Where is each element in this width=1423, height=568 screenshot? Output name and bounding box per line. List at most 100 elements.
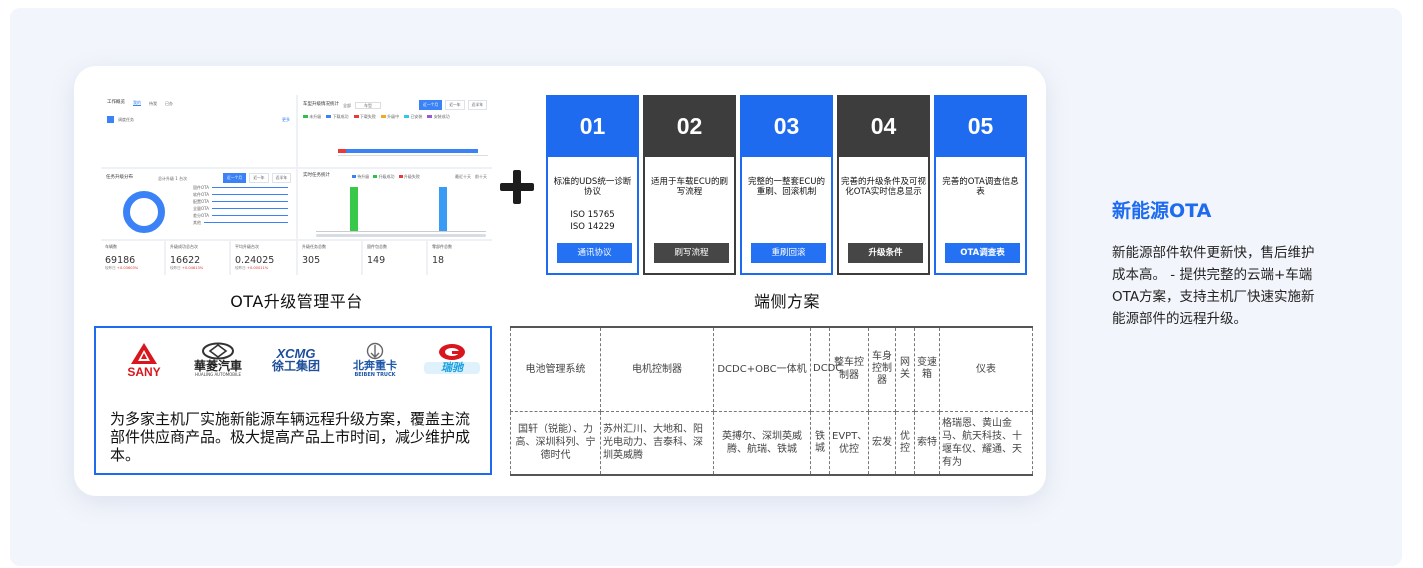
distribution-panel: 任务升级分布 总计升级 1 台次 近一个月 近一年 近半年 固件OTA 软件OT…: [101, 169, 296, 239]
legend-label: 下载成功: [332, 114, 349, 119]
work-tab[interactable]: 我的: [133, 100, 141, 106]
logo-name: 華菱汽車: [193, 359, 242, 373]
status-tab[interactable]: 近一年: [445, 100, 465, 110]
ruichi-logo: 瑞驰: [424, 342, 480, 390]
table-header: DCDC+OBC一体机: [713, 326, 811, 412]
stat-card: 升级任务总数 305: [298, 241, 361, 275]
step-card-03: 03 完整的一整套ECU的重刷、回滚机制 重刷回滚: [740, 95, 833, 275]
step-card-02: 02 适用于车载ECU的刷写流程 刷写流程: [643, 95, 736, 275]
dist-row-label: 全量OTA: [193, 206, 210, 211]
more-link[interactable]: 更多: [282, 117, 290, 122]
ring-panel-subtitle: 总计升级 1 台次: [158, 175, 188, 181]
ring-panel-title: 任务升级分布: [106, 175, 133, 180]
status-filter[interactable]: 全部: [343, 103, 351, 108]
stat-value: 305: [302, 255, 321, 266]
status-bar: [338, 149, 478, 153]
step-button[interactable]: 重刷回滚: [751, 243, 826, 263]
table-header: 电机控制器: [600, 326, 714, 412]
stat-change-label: 较昨日: [170, 266, 181, 270]
table-cell: 英搏尔、深圳英威腾、航瑞、铁城: [713, 410, 811, 476]
status-tab[interactable]: 近一个月: [419, 100, 443, 110]
stat-change-label: 较昨日: [105, 266, 116, 270]
step-card-04: 04 完善的升级条件及可视化OTA实时信息显示 升级条件: [837, 95, 930, 275]
legend-label: 已安装: [410, 114, 423, 119]
bar-success: [350, 187, 358, 231]
work-tab[interactable]: 待我: [149, 101, 157, 106]
step-description: 标准的UDS统一诊断协议: [553, 177, 632, 197]
stat-label: 升级任务总数: [302, 244, 326, 249]
xcmg-logo: XCMG 徐工集团: [264, 342, 328, 390]
work-item[interactable]: 调度任务: [118, 117, 134, 122]
stat-label: 零部件总数: [432, 244, 452, 249]
next-ten-days-button[interactable]: 前十天: [475, 174, 487, 179]
table-cell: 国轩（锐能）、力高、深圳科列、宁德时代: [510, 410, 601, 476]
logo-name: 北奔重卡: [353, 359, 397, 372]
logo-subtitle: HUALING AUTOMOBILE: [195, 372, 241, 377]
step-card-01: 01 标准的UDS统一诊断协议 ISO 15765 ISO 14229 通讯协议: [546, 95, 639, 275]
stat-card: 升级成功总台次 16622 较昨日 +0.04613%: [166, 241, 229, 275]
step-button[interactable]: OTA调查表: [945, 243, 1020, 263]
ring-tab[interactable]: 近半年: [271, 173, 291, 183]
step-number: 05: [934, 95, 1027, 163]
ota-dashboard-screenshot: 工作概览 我的 待我 已办 调度任务 更多 车型升级情况统计 全部 车型 近一个…: [101, 95, 492, 275]
step-card-05: 05 完善的OTA调查信息表 OTA调查表: [934, 95, 1027, 275]
work-tab[interactable]: 已办: [165, 101, 173, 106]
distribution-rows: 固件OTA 软件OTA 配置OTA 全量OTA 差分OTA 其他: [193, 185, 288, 225]
ring-tab[interactable]: 近一年: [249, 173, 269, 183]
logo-subtitle: 徐工集团: [271, 359, 320, 373]
step-number: 03: [740, 95, 833, 163]
table-cell: 格瑞恩、黄山金马、航天科技、十堰车仪、耀通、天有为: [939, 410, 1033, 476]
logo-subtitle: BEIBEN TRUCK: [354, 372, 396, 378]
task-icon: [107, 116, 114, 123]
step-standards: ISO 15765 ISO 14229: [570, 210, 615, 232]
step-description: 完善的升级条件及可视化OTA实时信息显示: [841, 177, 927, 197]
table-cell: EVPT、优控: [829, 410, 869, 476]
status-filter[interactable]: 车型: [355, 101, 381, 109]
prev-ten-days-button[interactable]: 最近十天: [455, 174, 471, 179]
table-cell: 优控: [895, 410, 915, 476]
customer-logos-box: SANY 華菱汽車 HUALING AUTOMOBILE XCMG 徐工集团 北…: [94, 326, 492, 475]
bar-axis: [316, 231, 486, 232]
stat-label: 车辆数: [105, 244, 117, 249]
realtime-task-panel: 实时任务统计 待升级 升级成功 升级失败 最近十天 前十天: [298, 169, 492, 239]
work-panel-title: 工作概览: [107, 100, 125, 105]
step-number: 01: [546, 95, 639, 163]
work-overview-panel: 工作概览 我的 待我 已办 调度任务 更多: [101, 95, 296, 167]
step-button[interactable]: 通讯协议: [557, 243, 632, 263]
bar-panel-title: 实时任务统计: [303, 173, 330, 178]
step-description: 完整的一整套ECU的重刷、回滚机制: [747, 177, 826, 197]
table-cell: 苏州汇川、大地和、阳光电动力、吉泰科、深圳英威腾: [600, 410, 714, 476]
status-legend: 未升级 下载成功 下载失败 升级中 已安装 安装成功: [303, 114, 487, 119]
table-cell: 索特: [914, 410, 940, 476]
stat-card: 零部件总数 18: [428, 241, 492, 275]
customers-description: 为多家主机厂实施新能源车辆远程升级方案，覆盖主流部件供应商产品。极大提高产品上市…: [110, 410, 471, 464]
dist-row-label: 软件OTA: [193, 192, 210, 197]
dist-row-label: 其他: [193, 220, 201, 225]
table-cell: 宏发: [868, 410, 896, 476]
status-axis: [338, 155, 488, 156]
status-tab[interactable]: 近半年: [467, 100, 487, 110]
legend-label: 下载失败: [359, 114, 376, 119]
step-description: 完善的OTA调查信息表: [942, 177, 1019, 197]
legend-label: 未升级: [309, 114, 322, 119]
step-button[interactable]: 升级条件: [848, 243, 923, 263]
step-number: 02: [643, 95, 736, 163]
stat-value: 149: [367, 255, 386, 266]
bar-pending: [439, 187, 447, 231]
stats-row: 车辆数 69186 较昨日 +0.03603% 升级成功总台次 16622 较昨…: [101, 241, 492, 275]
beiben-logo: 北奔重卡 BEIBEN TRUCK: [344, 342, 406, 390]
bar-scrollbar[interactable]: [316, 234, 486, 237]
stat-value: 69186: [105, 255, 136, 266]
stat-change: +0.00011%: [246, 266, 269, 270]
step-button[interactable]: 刷写流程: [654, 243, 729, 263]
stat-label: 平均升级台次: [235, 244, 259, 249]
stat-label: 固件包总数: [367, 244, 387, 249]
table-header: 变速箱: [914, 326, 940, 412]
legend-label: 安装成功: [433, 114, 450, 119]
table-header: 车身控制器: [868, 326, 896, 412]
plus-icon: [500, 170, 534, 204]
ring-tab[interactable]: 近一个月: [223, 173, 247, 183]
step-number: 04: [837, 95, 930, 163]
dashboard-caption: OTA升级管理平台: [230, 292, 363, 311]
status-panel-title: 车型升级情况统计: [303, 102, 339, 107]
